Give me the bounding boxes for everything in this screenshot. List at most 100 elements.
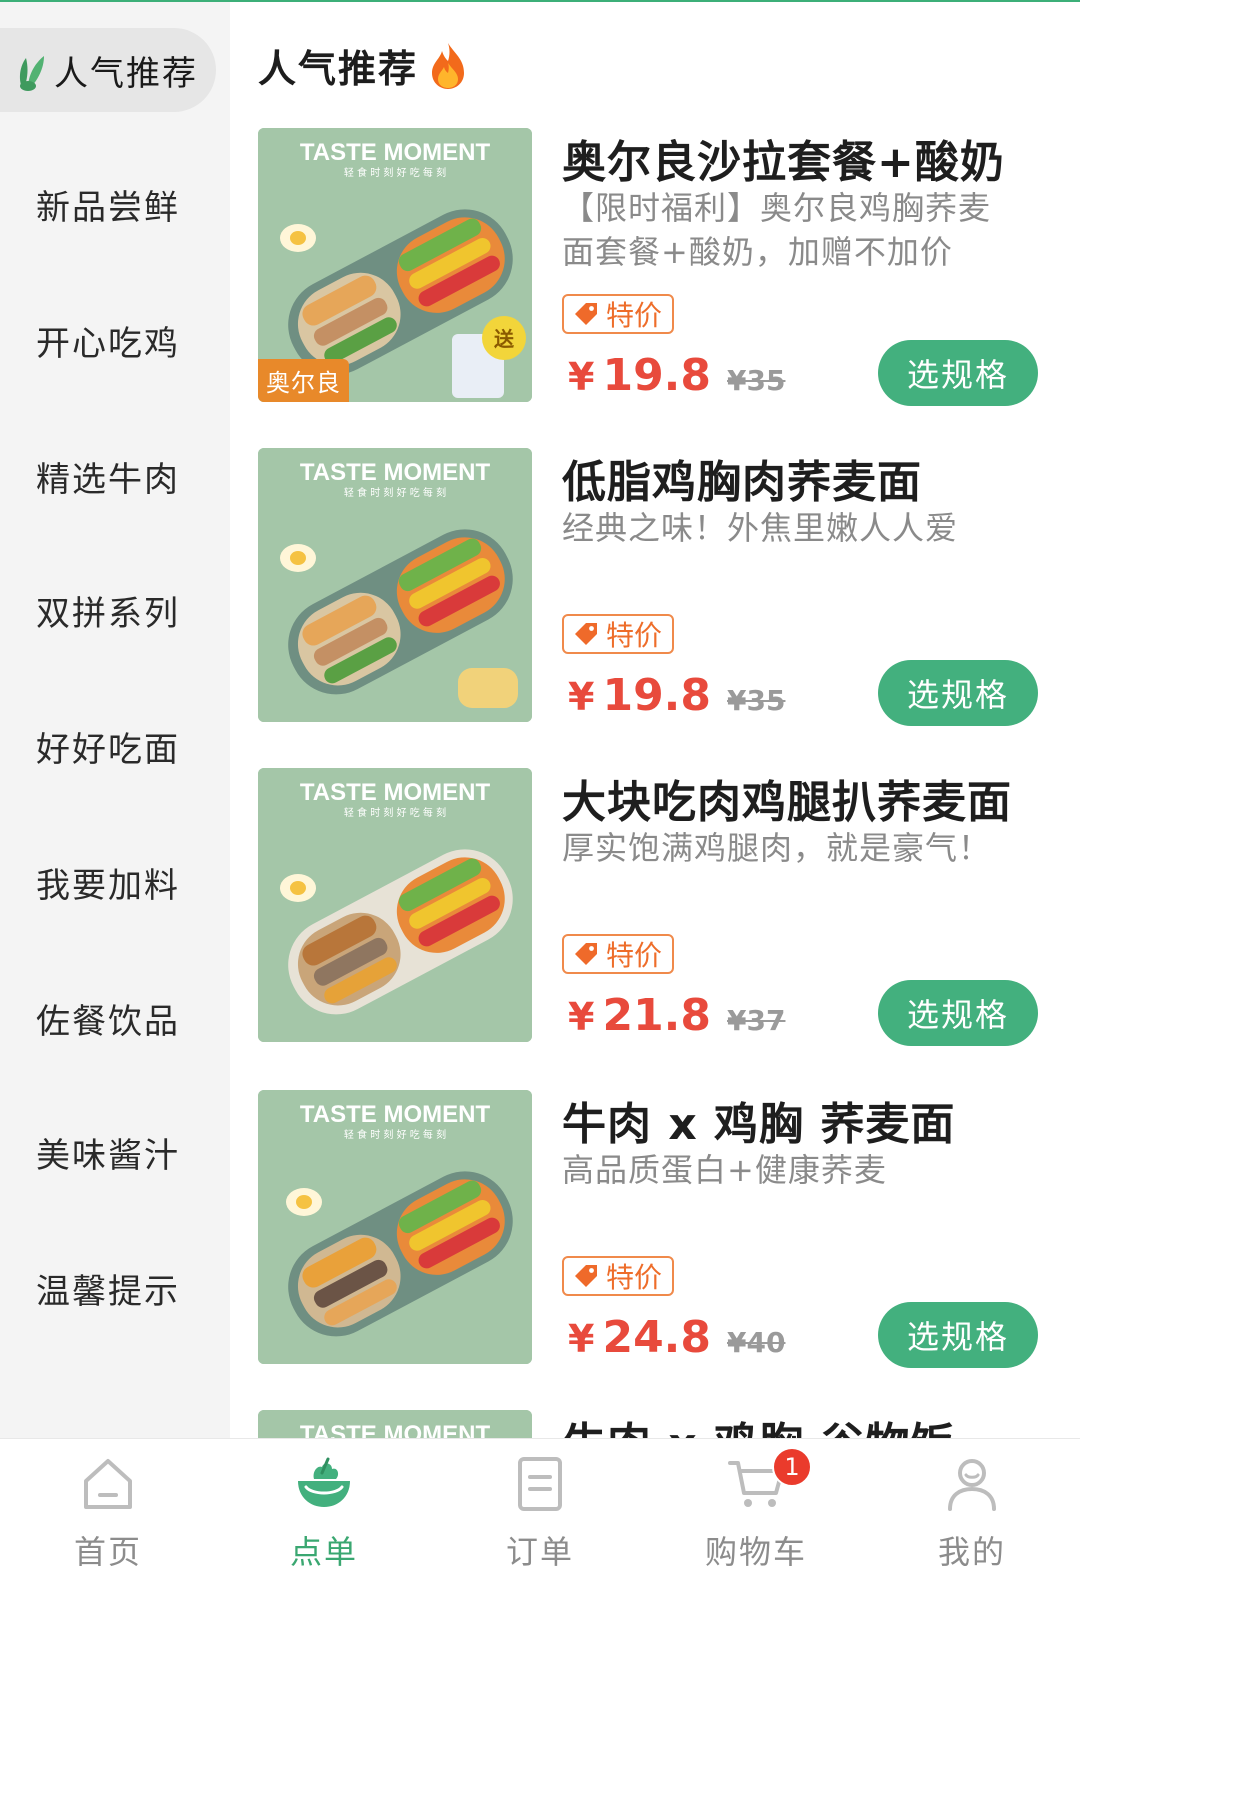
tag-label: 特价 <box>606 939 663 972</box>
price-tag-icon <box>575 623 597 645</box>
sidebar-item-label: 开心吃鸡 <box>36 323 180 364</box>
sidebar-item-extras[interactable]: 我要加料 <box>0 840 230 924</box>
section-title: 人气推荐 <box>258 38 468 93</box>
product-name: 低脂鸡胸肉荞麦面 <box>562 457 922 508</box>
sidebar-item-noodles[interactable]: 好好吃面 <box>0 704 230 788</box>
sidebar-item-label: 美味酱汁 <box>36 1135 180 1176</box>
currency-symbol: ¥ <box>568 1317 595 1361</box>
product-image: TASTE MOMENT 轻 食 时 刻 好 吃 每 刻 <box>258 128 532 402</box>
special-price-tag: 特价 <box>562 294 675 334</box>
original-price: ¥35 <box>727 364 786 397</box>
sidebar-item-sauces[interactable]: 美味酱汁 <box>0 1110 230 1194</box>
image-caption-sub: 轻 食 时 刻 好 吃 每 刻 <box>344 166 446 179</box>
home-icon <box>84 1459 132 1509</box>
product-card[interactable]: TASTE MOMENT 轻 食 时 刻 好 吃 每 刻 <box>258 448 1058 728</box>
product-name: 牛肉 x 鸡胸 荞麦面 <box>562 1099 956 1150</box>
original-price: ¥40 <box>727 1326 786 1359</box>
tab-orders[interactable]: 订单 <box>432 1439 648 1571</box>
product-image: TASTE MOMENT 轻 食 时 刻 好 吃 每 刻 <box>258 448 532 722</box>
select-spec-button[interactable]: 选规格 <box>878 340 1038 406</box>
tab-profile[interactable]: 我的 <box>864 1439 1080 1571</box>
product-name: 牛肉 x 鸡胸 谷物饭 <box>562 1408 955 1438</box>
product-description: 【限时福利】奥尔良鸡胸荞麦面套餐+酸奶，加赠不加价 <box>562 189 992 271</box>
product-description: 经典之味！外焦里嫩人人爱 <box>562 509 959 547</box>
special-price-tag: 特价 <box>562 1256 675 1296</box>
tab-label: 我的 <box>937 1533 1006 1571</box>
image-caption-sub: 轻 食 时 刻 好 吃 每 刻 <box>344 486 446 499</box>
image-caption-title: TASTE MOMENT <box>300 779 491 806</box>
price-tag-icon <box>575 1265 597 1287</box>
sidebar-item-chicken[interactable]: 开心吃鸡 <box>0 298 230 382</box>
sidebar-item-label: 好好吃面 <box>36 729 180 770</box>
sidebar-item-new[interactable]: 新品尝鲜 <box>0 162 230 246</box>
product-card[interactable]: TASTE MOMENT 轻 食 时 刻 好 吃 每 刻 <box>258 128 1058 408</box>
product-description: 高品质蛋白+健康荞麦 <box>562 1151 887 1189</box>
tab-order-food[interactable]: 点单 <box>216 1439 432 1571</box>
select-spec-button[interactable]: 选规格 <box>878 1302 1038 1368</box>
price: ¥ 19.8 ¥35 <box>568 350 785 401</box>
product-name: 大块吃肉鸡腿扒荞麦面 <box>562 777 1012 828</box>
current-price: 19.8 <box>602 670 712 721</box>
rabbit-leaf-icon <box>19 56 44 91</box>
sidebar-item-label: 精选牛肉 <box>36 459 180 500</box>
product-image: TASTE MOMENT <box>258 1410 532 1438</box>
bottom-tab-bar: 首页 点单 订单 1 购物车 我的 <box>0 1438 1080 1571</box>
sidebar-item-label: 我要加料 <box>36 865 180 906</box>
tab-home[interactable]: 首页 <box>0 1439 216 1571</box>
tag-label: 特价 <box>606 619 663 652</box>
select-spec-button[interactable]: 选规格 <box>878 660 1038 726</box>
sidebar-item-combo[interactable]: 双拼系列 <box>0 568 230 652</box>
price-tag-icon <box>575 303 597 325</box>
product-card[interactable]: TASTE MOMENT 轻 食 时 刻 好 吃 每 刻 牛肉 x 鸡胸 荞麦面… <box>258 1090 1058 1370</box>
sidebar-item-beef[interactable]: 精选牛肉 <box>0 434 230 518</box>
product-card[interactable]: TASTE MOMENT 轻 食 时 刻 好 吃 每 刻 大块吃肉鸡腿扒荞麦面 … <box>258 768 1058 1048</box>
fire-icon <box>432 42 465 89</box>
original-price: ¥35 <box>727 684 786 717</box>
image-caption-title: TASTE MOMENT <box>300 139 491 166</box>
price: ¥ 19.8 ¥35 <box>568 670 785 721</box>
product-card[interactable]: TASTE MOMENT 牛肉 x 鸡胸 谷物饭 <box>258 1410 1058 1438</box>
user-icon <box>948 1459 996 1511</box>
current-price: 21.8 <box>602 990 712 1041</box>
image-caption-sub: 轻 食 时 刻 好 吃 每 刻 <box>344 1128 446 1141</box>
image-caption-title: TASTE MOMENT <box>300 1421 491 1438</box>
sidebar-item-notice[interactable]: 温馨提示 <box>0 1246 230 1330</box>
special-price-tag: 特价 <box>562 614 675 654</box>
sidebar-item-label: 双拼系列 <box>36 593 180 634</box>
tab-cart[interactable]: 1 购物车 <box>648 1439 864 1571</box>
price-tag-icon <box>575 943 597 965</box>
currency-symbol: ¥ <box>568 675 595 719</box>
gift-mark: 送 <box>494 327 515 351</box>
sidebar-item-label: 佐餐饮品 <box>36 1001 180 1042</box>
product-description: 厚实饱满鸡腿肉，就是豪气！ <box>562 829 992 867</box>
tab-label: 订单 <box>505 1533 574 1571</box>
product-list: 人气推荐 TASTE MOMENT 轻 食 时 刻 好 吃 每 刻 送 奥尔良 … <box>230 2 1080 1438</box>
order-list-icon <box>518 1457 562 1511</box>
currency-symbol: ¥ <box>568 355 595 399</box>
salad-bowl-icon <box>298 1457 350 1507</box>
product-image: TASTE MOMENT 轻 食 时 刻 好 吃 每 刻 <box>258 1090 532 1364</box>
price: ¥ 21.8 ¥37 <box>568 990 785 1041</box>
cart-count-badge: 1 <box>772 1447 812 1487</box>
product-image: TASTE MOMENT 轻 食 时 刻 好 吃 每 刻 <box>258 768 532 1042</box>
sidebar-item-drinks[interactable]: 佐餐饮品 <box>0 976 230 1060</box>
price: ¥ 24.8 ¥40 <box>568 1312 785 1363</box>
category-sidebar: 人气推荐 新品尝鲜 开心吃鸡 精选牛肉 双拼系列 好好吃面 我要加料 佐餐饮品 … <box>0 2 230 1438</box>
tab-label: 首页 <box>73 1533 142 1571</box>
select-spec-button[interactable]: 选规格 <box>878 980 1038 1046</box>
tab-label: 购物车 <box>704 1533 807 1571</box>
product-name: 奥尔良沙拉套餐+酸奶 <box>562 137 1005 188</box>
original-price: ¥37 <box>727 1004 786 1037</box>
image-caption-title: TASTE MOMENT <box>300 459 491 486</box>
sidebar-item-label: 人气推荐 <box>54 53 198 94</box>
tab-label: 点单 <box>289 1533 358 1571</box>
current-price: 19.8 <box>602 350 712 401</box>
tag-label: 特价 <box>606 1261 663 1294</box>
image-caption-title: TASTE MOMENT <box>300 1101 491 1128</box>
sidebar-item-popular[interactable]: 人气推荐 <box>0 28 216 112</box>
special-price-tag: 特价 <box>562 934 675 974</box>
sidebar-item-label: 新品尝鲜 <box>36 187 180 228</box>
currency-symbol: ¥ <box>568 995 595 1039</box>
tag-label: 特价 <box>606 299 663 332</box>
brand-tag: 奥尔良 <box>258 359 349 402</box>
